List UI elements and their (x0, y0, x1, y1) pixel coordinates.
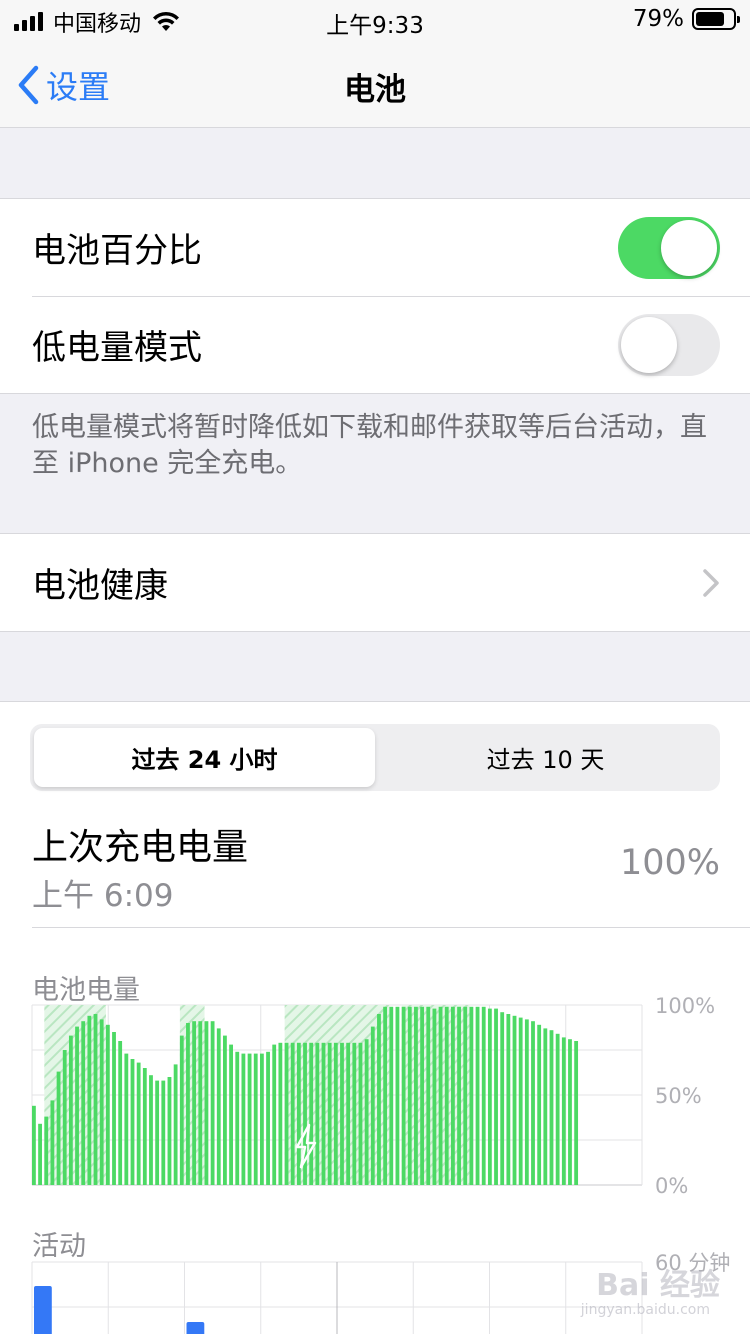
y-tick-label: 100% (655, 994, 715, 1018)
usage-charts: 100%50%0% 60 分钟 (31, 994, 730, 1334)
battery-bar (469, 1006, 474, 1185)
battery-bar (432, 1008, 437, 1185)
battery-bar (62, 1050, 67, 1185)
battery-bar (518, 1017, 523, 1185)
battery-bar (494, 1008, 498, 1185)
battery-bar (574, 1041, 579, 1185)
battery-bar (358, 1042, 363, 1185)
battery-bar (506, 1014, 511, 1185)
battery-bar (87, 1015, 92, 1185)
watermark-sub: jingyan.baidu.com (580, 1302, 710, 1318)
battery-bar (315, 1042, 320, 1185)
battery-bar (50, 1100, 55, 1185)
battery-bar (136, 1062, 141, 1185)
battery-bar (112, 1032, 116, 1185)
battery-bar (259, 1053, 264, 1185)
battery-bar (512, 1015, 517, 1185)
battery-bar (333, 1042, 338, 1185)
battery-bar (444, 1006, 449, 1185)
battery-bar (352, 1042, 357, 1185)
battery-bar (167, 1077, 172, 1185)
battery-bar (179, 1035, 184, 1185)
battery-bar (272, 1044, 277, 1185)
battery-bar (173, 1064, 178, 1185)
battery-bar (284, 1042, 289, 1185)
battery-bar (487, 1008, 492, 1185)
battery-bar (438, 1006, 443, 1185)
battery-bar (44, 1116, 49, 1185)
battery-bar (210, 1021, 215, 1185)
battery-bar (130, 1059, 135, 1185)
battery-bar (149, 1075, 153, 1185)
battery-bar (450, 1006, 455, 1185)
battery-bar (198, 1021, 203, 1185)
battery-bar (420, 1006, 425, 1185)
battery-level-chart: 100% 50% 0% (31, 994, 715, 1198)
battery-bar (377, 1014, 381, 1185)
battery-bar (192, 1021, 197, 1185)
battery-bar (561, 1037, 566, 1185)
battery-bar (414, 1006, 418, 1185)
battery-bar (93, 1014, 98, 1185)
battery-bar (247, 1053, 252, 1185)
battery-bar (223, 1035, 227, 1185)
battery-bar (340, 1042, 344, 1185)
battery-bar (346, 1042, 351, 1185)
battery-bar (426, 1006, 431, 1185)
battery-bar (401, 1006, 406, 1185)
battery-bar (241, 1053, 246, 1185)
activity-bar (34, 1286, 52, 1334)
battery-bar (155, 1080, 160, 1185)
y-tick-label: 0% (655, 1174, 688, 1198)
battery-bar (568, 1039, 572, 1185)
battery-bar (389, 1006, 394, 1185)
battery-bar (290, 1042, 295, 1185)
battery-bar (481, 1006, 486, 1185)
battery-bar (309, 1042, 314, 1185)
battery-bar (118, 1041, 123, 1185)
battery-bar (186, 1023, 190, 1185)
battery-bar (32, 1105, 36, 1185)
battery-bar (253, 1053, 258, 1185)
battery-bar (407, 1006, 412, 1185)
battery-bar (229, 1044, 233, 1185)
activity-bar (186, 1322, 205, 1334)
battery-bar (124, 1053, 129, 1185)
battery-bar (524, 1019, 529, 1185)
battery-bar (204, 1021, 209, 1185)
battery-bar (555, 1033, 560, 1185)
battery-bar (99, 1019, 104, 1185)
battery-bar (68, 1035, 73, 1185)
battery-bar (75, 1026, 79, 1185)
battery-bar (321, 1042, 326, 1185)
battery-bar (543, 1028, 548, 1185)
battery-bar (531, 1021, 535, 1185)
battery-bar (500, 1012, 505, 1185)
battery-bar (457, 1006, 461, 1185)
battery-bar (463, 1006, 468, 1185)
battery-bar (278, 1042, 283, 1185)
watermark: Bai 经验 (596, 1268, 720, 1303)
battery-bar (296, 1042, 301, 1185)
battery-bar (475, 1006, 480, 1185)
battery-bar (266, 1051, 270, 1185)
battery-bar (395, 1006, 400, 1185)
battery-bar (364, 1039, 369, 1185)
battery-bar (216, 1028, 221, 1185)
battery-bar (327, 1042, 332, 1185)
battery-bar (537, 1024, 542, 1185)
y-tick-label: 50% (655, 1084, 702, 1108)
battery-bar (81, 1021, 86, 1185)
battery-bar (549, 1030, 554, 1185)
battery-bar (142, 1068, 147, 1185)
battery-bar (56, 1071, 61, 1185)
battery-bar (235, 1051, 240, 1185)
battery-bar (38, 1123, 42, 1185)
battery-bar (105, 1024, 110, 1185)
battery-bar (370, 1026, 375, 1185)
battery-bar (161, 1080, 166, 1185)
battery-bar (383, 1006, 388, 1185)
